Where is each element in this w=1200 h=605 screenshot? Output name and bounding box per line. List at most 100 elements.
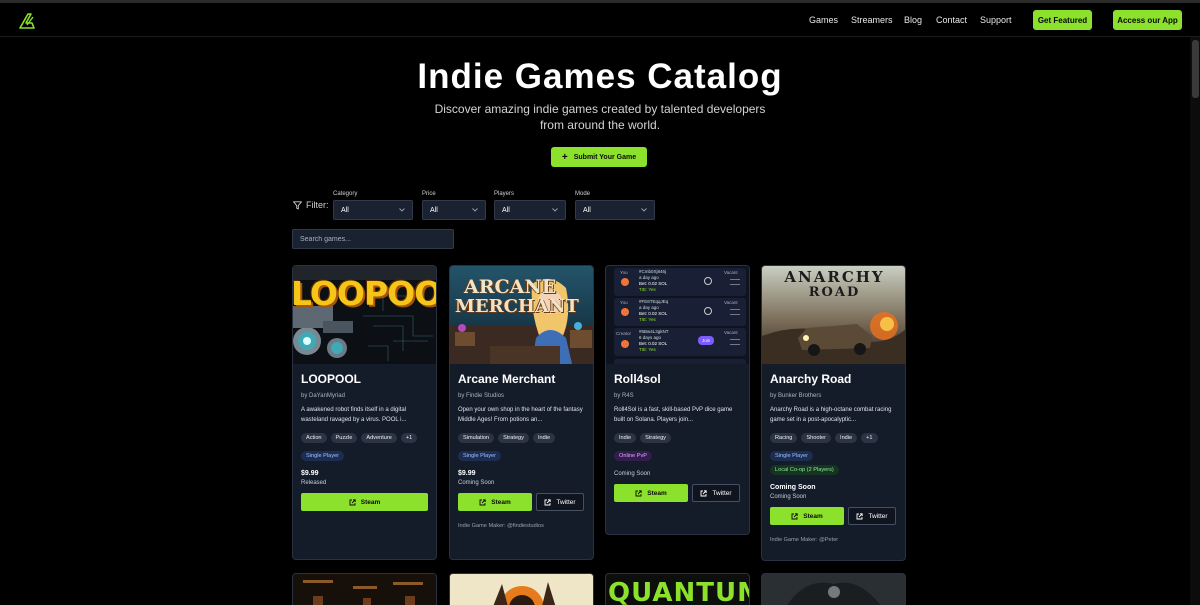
nav-link-games[interactable]: Games (809, 15, 838, 25)
bet-row: You #Cmb0Xj846j a day ago Bet: 0.02 SOL … (614, 268, 746, 296)
genre-tags: Simulation Strategy Indie (458, 433, 585, 443)
bet-row-id: #Cmb0Xj846j (639, 269, 667, 274)
mode-badge: Single Player (770, 451, 813, 461)
mode-select[interactable]: All (575, 200, 655, 220)
indie-game-maker[interactable]: Indie Game Maker: @findiestudios (458, 523, 585, 529)
bet-row: Creator #6Bw4L3gkNT 6 days ago Bet: 0.02… (614, 328, 746, 356)
bet-row-id: #6Bw4L3gkNT (639, 329, 669, 334)
submit-game-button[interactable]: + Submit Your Game (551, 147, 647, 167)
filter-price: Price All (422, 191, 486, 220)
external-link-icon (700, 489, 708, 496)
game-developer: by R4S (614, 393, 634, 399)
twitter-button[interactable]: Twitter (848, 507, 896, 525)
game-description: Open your own shop in the heart of the f… (458, 407, 583, 423)
bet-row-player: Creator (616, 331, 632, 336)
steam-button[interactable]: Steam (770, 507, 844, 525)
filter-category-label: Category (333, 191, 358, 197)
twitter-button[interactable]: Twitter (692, 484, 740, 502)
bet-row-tie: TIE: Yes (639, 347, 656, 352)
thumbnail-title-line: MERCHANT (455, 296, 579, 317)
steam-button[interactable]: Steam (458, 493, 532, 511)
dice-game-cover-art: You #Cmb0Xj846j a day ago Bet: 0.02 SOL … (606, 266, 749, 364)
nav-link-blog[interactable]: Blog (904, 15, 922, 25)
nav-link-contact[interactable]: Contact (936, 15, 967, 25)
thumbnail-title-line: ROAD (808, 285, 861, 300)
scrollbar-thumb[interactable] (1192, 40, 1199, 98)
game-card-partial[interactable] (761, 573, 906, 605)
filter-category: Category All (333, 191, 413, 220)
twitter-button[interactable]: Twitter (536, 493, 584, 511)
game-card-arcane-merchant[interactable]: ARCANE MERCHANT Arcane Merchant by Findi… (449, 265, 594, 560)
twitter-button-label: Twitter (556, 498, 576, 506)
genre-tags: Action Puzzle Adventure +1 (301, 433, 428, 443)
bet-row-amount: Bet: 0.02 SOL (639, 311, 668, 316)
game-title[interactable]: Arcane Merchant (458, 372, 585, 386)
mode-badge: Single Player (301, 451, 344, 461)
dungeon-cover-art (293, 574, 436, 605)
nav-link-streamers[interactable]: Streamers (851, 15, 893, 25)
genre-tags: Racing Shooter Indie +1 (770, 433, 897, 443)
bet-row-time: a day ago (639, 275, 659, 280)
category-select[interactable]: All (333, 200, 413, 220)
submit-game-label: Submit Your Game (573, 153, 637, 161)
page-title: Indie Games Catalog (417, 57, 783, 96)
mode-badges: Online PvP (614, 451, 741, 461)
external-link-icon (791, 512, 798, 519)
game-thumbnail[interactable]: LOOPOOL (293, 266, 436, 364)
bet-row-player: You (620, 300, 628, 305)
bet-row-amount: Bet: 0.02 SOL (639, 281, 668, 286)
search-input[interactable] (292, 229, 454, 249)
chevron-down-icon (641, 208, 647, 212)
filter-players-label: Players (494, 191, 515, 197)
price-select[interactable]: All (422, 200, 486, 220)
indie-game-maker[interactable]: Indie Game Maker: @Peter (770, 537, 897, 543)
steam-button[interactable]: Steam (301, 493, 428, 511)
players-select[interactable]: All (494, 200, 566, 220)
site-header: Games Streamers Blog Contact Support Get… (0, 3, 1200, 37)
game-thumbnail[interactable]: You #Cmb0Xj846j a day ago Bet: 0.02 SOL … (606, 266, 749, 364)
game-card-loopool[interactable]: LOOPOOL LOOPOOL by DaYanMyriad A awakene… (292, 265, 437, 560)
page-subtitle: Discover amazing indie games created by … (434, 102, 766, 132)
game-title[interactable]: Anarchy Road (770, 372, 897, 386)
game-title[interactable]: Roll4sol (614, 372, 741, 386)
scrollbar-track[interactable] (1190, 37, 1200, 605)
game-price: $9.99 (301, 470, 319, 477)
players-select-value: All (502, 206, 510, 214)
game-thumbnail[interactable]: ANARCHY ROAD (762, 266, 905, 364)
thumbnail-title-line: ANARCHY (784, 268, 885, 286)
genre-tag-more: +1 (861, 433, 878, 443)
game-description: Anarchy Road is a high-octane combat rac… (770, 407, 892, 423)
game-card-partial[interactable] (292, 573, 437, 605)
sun-cover-art (450, 574, 593, 605)
steam-button[interactable]: Steam (614, 484, 688, 502)
genre-tag: Racing (770, 433, 798, 443)
mode-badges: Single Player (301, 451, 428, 461)
game-card-anarchy-road[interactable]: ANARCHY ROAD Anarchy Road by Bunker Brot… (761, 265, 906, 561)
mode-badge: Local Co-op (2 Players) (770, 465, 839, 475)
bet-row-vacant: Vacant (724, 300, 738, 305)
game-card-partial[interactable]: QUANTUM (605, 573, 750, 605)
thumbnail-title-line: ARCANE (464, 276, 557, 298)
filter-price-label: Price (422, 191, 436, 197)
mode-badge: Single Player (458, 451, 501, 461)
genre-tag: Adventure (361, 433, 397, 443)
access-app-button[interactable]: Access our App (1113, 10, 1182, 30)
genre-tag: Strategy (640, 433, 671, 443)
twitter-button-label: Twitter (868, 512, 888, 520)
mode-badges: Single Player (458, 451, 585, 461)
thumbnail-title-art: ARCANE MERCHANT (455, 276, 579, 317)
join-chip: Join (698, 336, 715, 345)
menu-icon (730, 309, 740, 315)
game-card-partial[interactable] (449, 573, 594, 605)
bet-row-player: You (620, 270, 628, 275)
game-card-roll4sol[interactable]: You #Cmb0Xj846j a day ago Bet: 0.02 SOL … (605, 265, 750, 535)
mode-select-value: All (583, 206, 591, 214)
game-developer: by Bunker Brothers (770, 393, 822, 399)
get-featured-button[interactable]: Get Featured (1033, 10, 1092, 30)
game-description: A awakened robot finds itself in a digit… (301, 407, 407, 423)
brand-logo-icon[interactable] (18, 12, 36, 30)
filter-mode-label: Mode (575, 191, 591, 197)
nav-link-support[interactable]: Support (980, 15, 1012, 25)
game-thumbnail[interactable]: ARCANE MERCHANT (450, 266, 593, 364)
game-title[interactable]: LOOPOOL (301, 372, 428, 386)
